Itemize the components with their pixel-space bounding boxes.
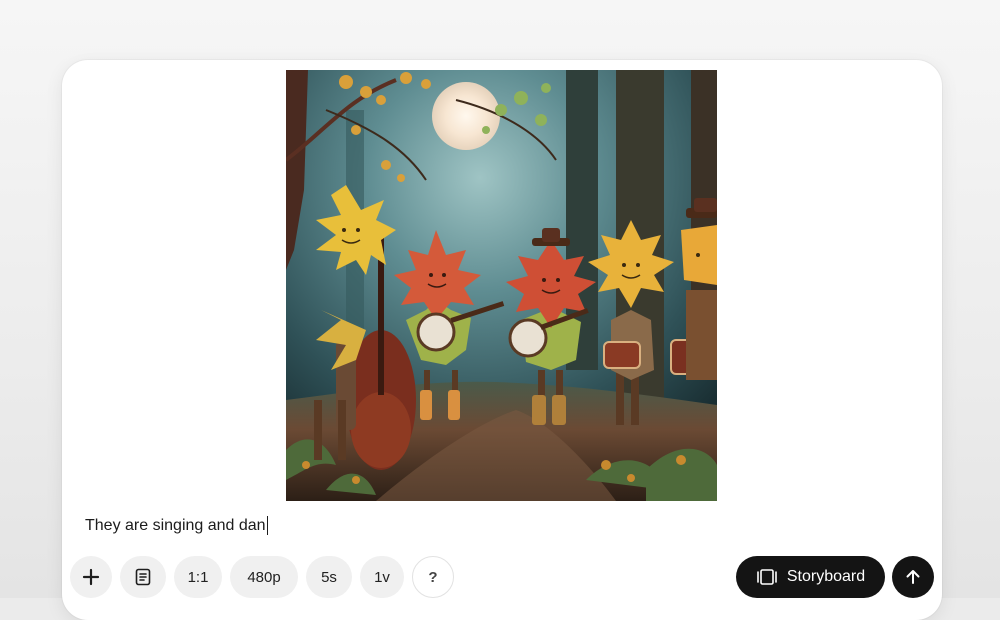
presets-button[interactable]: [120, 556, 166, 598]
moon-shape: [432, 82, 500, 150]
document-list-icon: [135, 568, 151, 586]
add-button[interactable]: [70, 556, 112, 598]
plus-icon: [82, 568, 100, 586]
composer-toolbar: 1:1 480p 5s 1v ? Storyboard: [70, 556, 935, 598]
storyboard-label: Storyboard: [786, 568, 866, 585]
submit-button[interactable]: [892, 556, 934, 598]
prompt-text: They are singing and dan: [85, 516, 266, 534]
help-button[interactable]: ?: [412, 556, 454, 598]
duration-button[interactable]: 5s: [306, 556, 352, 598]
aspect-ratio-button[interactable]: 1:1: [174, 556, 222, 598]
storyboard-button[interactable]: Storyboard: [736, 556, 885, 598]
text-caret: [266, 516, 269, 535]
resolution-button[interactable]: 480p: [230, 556, 298, 598]
film-frames-icon: [757, 569, 777, 585]
composer-card: They are singing and dan 1:1 480p 5s 1v …: [62, 60, 942, 620]
variations-button[interactable]: 1v: [360, 556, 404, 598]
generated-image-preview[interactable]: [286, 70, 717, 501]
prompt-input[interactable]: They are singing and dan: [85, 516, 269, 535]
arrow-up-icon: [906, 570, 920, 584]
